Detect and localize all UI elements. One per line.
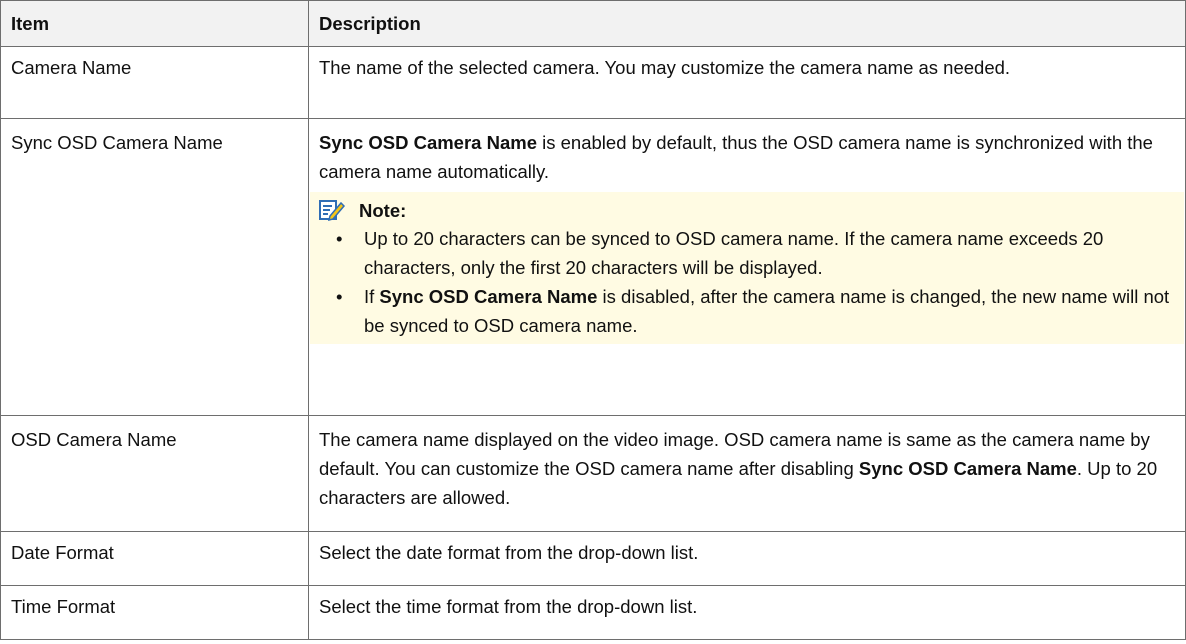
osd-description-bold: Sync OSD Camera Name — [858, 458, 1077, 479]
note-bullet-1-text: Up to 20 characters can be synced to OSD… — [364, 228, 1104, 278]
list-item: • Up to 20 characters can be synced to OS… — [319, 224, 1175, 282]
note-header: Note: — [319, 196, 1175, 224]
note-label: Note: — [359, 199, 407, 221]
note-bullet-2-pre: If — [364, 286, 380, 307]
desc-camera-name: The name of the selected camera. You may… — [308, 46, 1186, 119]
table-header-row: Item Description — [0, 0, 1186, 47]
parameters-table: Item Description Camera Name The name of… — [0, 0, 1186, 640]
sync-osd-description: Sync OSD Camera Name is enabled by defau… — [319, 128, 1175, 186]
desc-sync-osd-camera-name: Sync OSD Camera Name is enabled by defau… — [308, 118, 1186, 416]
sync-osd-bold-term: Sync OSD Camera Name — [319, 132, 537, 153]
note-bullet-2-bold: Sync OSD Camera Name — [379, 286, 598, 307]
desc-osd-camera-name: The camera name displayed on the video i… — [308, 415, 1186, 532]
table-row-date-format: Date Format Select the date format from … — [0, 531, 1186, 586]
note-list: • Up to 20 characters can be synced to OS… — [319, 224, 1175, 340]
bullet-icon: • — [336, 228, 343, 249]
item-date-format: Date Format — [0, 531, 309, 586]
header-description: Description — [308, 0, 1186, 47]
note-box: Note: • Up to 20 characters can be synced… — [310, 192, 1184, 344]
table-row-camera-name: Camera Name The name of the selected cam… — [0, 46, 1186, 119]
desc-time-format: Select the time format from the drop-dow… — [308, 585, 1186, 640]
table-row-time-format: Time Format Select the time format from … — [0, 585, 1186, 640]
note-pencil-icon — [319, 199, 346, 222]
item-time-format: Time Format — [0, 585, 309, 640]
desc-date-format: Select the date format from the drop-dow… — [308, 531, 1186, 586]
item-sync-osd-camera-name: Sync OSD Camera Name — [0, 118, 309, 416]
table-row-osd-camera-name: OSD Camera Name The camera name displaye… — [0, 415, 1186, 532]
item-osd-camera-name: OSD Camera Name — [0, 415, 309, 532]
header-item: Item — [0, 0, 309, 47]
item-camera-name: Camera Name — [0, 46, 309, 119]
table-row-sync-osd-camera-name: Sync OSD Camera Name Sync OSD Camera Nam… — [0, 118, 1186, 416]
list-item: • If Sync OSD Camera Name is disabled, af… — [319, 282, 1175, 340]
bullet-icon: • — [336, 286, 343, 307]
